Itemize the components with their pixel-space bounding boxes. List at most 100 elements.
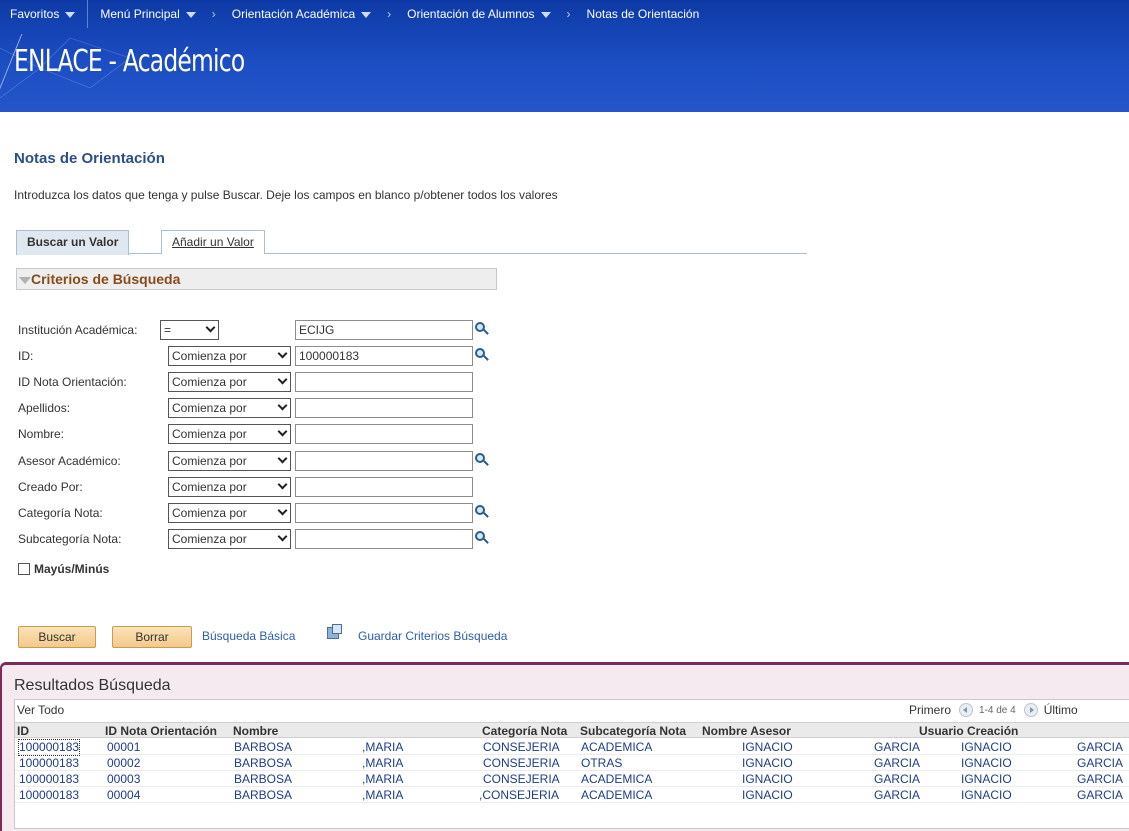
cell-subcategory[interactable]: ACADEMICA [581,772,652,787]
cell-category[interactable]: CONSEJERIA [483,772,560,787]
caret-down-icon [65,11,76,18]
cell-advisor-last[interactable]: GARCIA [874,788,920,803]
case-sensitive-option[interactable]: Mayús/Minús [18,562,109,576]
lookup-search-icon[interactable] [475,505,489,519]
case-sensitive-checkbox[interactable] [18,563,30,575]
last-name-input[interactable] [295,398,473,418]
first-name-input[interactable] [295,424,473,444]
chevron-down-icon [205,322,216,333]
cell-subcategory[interactable]: ACADEMICA [581,740,652,755]
cell-subcategory[interactable]: ACADEMICA [581,788,652,803]
cell-user-first[interactable]: IGNACIO [961,788,1012,803]
cell-user-last[interactable]: GARCIA [1077,756,1123,771]
results-grid: Ver Todo Primero 1-4 de 4 Último ID ID N… [14,699,1129,829]
prev-page-icon[interactable] [959,703,974,717]
table-row[interactable]: 100000183 00002 BARBOSA ,MARIA CONSEJERI… [15,756,1129,771]
category-input[interactable] [295,503,473,523]
clear-button[interactable]: Borrar [112,626,192,648]
cell-advisor-last[interactable]: GARCIA [874,756,920,771]
nav-main-menu[interactable]: Menú Principal [88,0,207,28]
basic-search-link[interactable]: Búsqueda Básica [202,629,295,643]
cell-user-last[interactable]: GARCIA [1077,740,1123,755]
chevron-down-icon [277,374,288,385]
breadcrumb-notas-orientacion[interactable]: Notas de Orientación [575,0,712,28]
created-by-input[interactable] [295,477,473,497]
tab-find-value[interactable]: Buscar un Valor [16,230,130,255]
cell-id[interactable]: 100000183 [17,739,81,756]
lookup-search-icon[interactable] [475,348,489,362]
cell-id[interactable]: 100000183 [19,772,79,787]
col-note-id[interactable]: ID Nota Orientación [105,724,217,738]
cell-user-first[interactable]: IGNACIO [961,740,1012,755]
id-input[interactable]: 100000183 [295,346,473,366]
first-page-link[interactable]: Primero [909,703,951,717]
col-advisor[interactable]: Nombre Asesor [702,724,791,738]
table-row[interactable]: 100000183 00004 BARBOSA ,MARIA ,CONSEJER… [15,788,1129,803]
cell-advisor-first[interactable]: IGNACIO [742,756,793,771]
col-subcategory[interactable]: Subcategoría Nota [580,724,686,738]
cell-category[interactable]: CONSEJERIA [483,740,560,755]
cell-note-id[interactable]: 00004 [107,788,140,803]
cell-last-name[interactable]: BARBOSA [234,788,292,803]
created-by-operator-select[interactable]: Comienza por [168,477,291,497]
view-all-link[interactable]: Ver Todo [17,703,64,717]
advisor-operator-select[interactable]: Comienza por [168,451,291,471]
cell-note-id[interactable]: 00003 [107,772,140,787]
nav-favorites[interactable]: Favoritos [0,0,89,28]
cell-user-first[interactable]: IGNACIO [961,772,1012,787]
lookup-search-icon[interactable] [475,453,489,467]
search-criteria-header[interactable]: Criterios de Búsqueda [16,268,497,290]
breadcrumb-orientacion-alumnos[interactable]: Orientación de Alumnos [395,0,562,28]
institution-operator-select[interactable]: = [160,320,219,340]
table-row[interactable]: 100000183 00003 BARBOSA ,MARIA CONSEJERI… [15,772,1129,787]
save-criteria-link[interactable]: Guardar Criterios Búsqueda [358,629,507,643]
search-button[interactable]: Buscar [18,626,96,648]
col-category[interactable]: Categoría Nota [482,724,567,738]
category-operator-select[interactable]: Comienza por [168,503,291,523]
cell-subcategory[interactable]: OTRAS [581,756,622,771]
col-created-by[interactable]: Usuario Creación [919,724,1018,738]
lookup-search-icon[interactable] [475,322,489,336]
cell-advisor-first[interactable]: IGNACIO [742,772,793,787]
table-row[interactable]: 100000183 00001 BARBOSA ,MARIA CONSEJERI… [15,739,1129,756]
cell-user-last[interactable]: GARCIA [1077,788,1123,803]
save-criteria-icon[interactable] [327,624,343,640]
breadcrumb-orientacion-academica[interactable]: Orientación Académica [220,0,383,28]
advisor-input[interactable] [295,451,473,471]
cell-category[interactable]: ,CONSEJERIA [479,788,559,803]
cell-advisor-last[interactable]: GARCIA [874,740,920,755]
cell-advisor-first[interactable]: IGNACIO [742,788,793,803]
cell-note-id[interactable]: 00002 [107,756,140,771]
cell-category[interactable]: CONSEJERIA [483,756,560,771]
subcategory-operator-select[interactable]: Comienza por [168,529,291,549]
first-name-operator-select[interactable]: Comienza por [168,424,291,444]
cell-advisor-first[interactable]: IGNACIO [742,740,793,755]
cell-first-name[interactable]: ,MARIA [362,772,403,787]
id-operator-select[interactable]: Comienza por [168,346,291,366]
cell-id[interactable]: 100000183 [19,788,79,803]
cell-note-id[interactable]: 00001 [107,740,140,755]
note-id-input[interactable] [295,372,473,392]
app-logo: ENLACE - Académico [14,44,245,79]
institution-input[interactable]: ECIJG [295,320,473,340]
next-page-icon[interactable] [1023,703,1038,717]
col-name[interactable]: Nombre [233,724,278,738]
cell-last-name[interactable]: BARBOSA [234,756,292,771]
cell-first-name[interactable]: ,MARIA [362,756,403,771]
lookup-search-icon[interactable] [475,531,489,545]
cell-advisor-last[interactable]: GARCIA [874,772,920,787]
cell-user-first[interactable]: IGNACIO [961,756,1012,771]
col-id[interactable]: ID [17,724,29,738]
results-count: 1-4 de 4 [979,704,1016,716]
cell-first-name[interactable]: ,MARIA [362,788,403,803]
note-id-operator-select[interactable]: Comienza por [168,372,291,392]
subcategory-input[interactable] [295,529,473,549]
last-name-operator-select[interactable]: Comienza por [168,398,291,418]
cell-last-name[interactable]: BARBOSA [234,772,292,787]
tab-add-value[interactable]: Añadir un Valor [161,230,265,254]
cell-first-name[interactable]: ,MARIA [362,740,403,755]
cell-id[interactable]: 100000183 [19,756,79,771]
last-page-link[interactable]: Último [1044,703,1078,717]
cell-last-name[interactable]: BARBOSA [234,740,292,755]
cell-user-last[interactable]: GARCIA [1077,772,1123,787]
